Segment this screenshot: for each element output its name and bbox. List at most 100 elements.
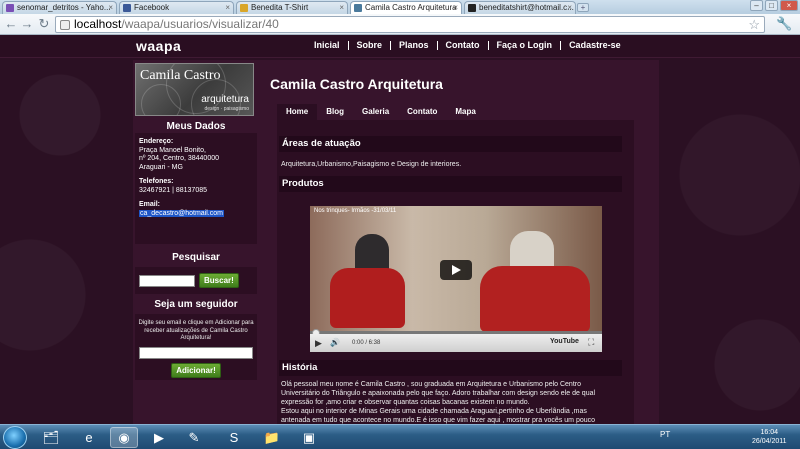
historia-line: Estou aqui no interior de Minas Gerais u… (281, 408, 587, 415)
search-panel: Buscar! (135, 267, 257, 294)
forward-arrow-icon[interactable]: → (19, 17, 35, 32)
email-label: Email: (139, 201, 161, 208)
browser-tab-label: beneditatshirt@hotmail.c... (479, 3, 574, 12)
close-tab-icon[interactable]: × (453, 3, 458, 12)
youtube-logo[interactable]: YouTube (550, 338, 579, 345)
buscar-button[interactable]: Buscar! (199, 273, 239, 288)
start-button[interactable] (3, 426, 27, 449)
adicionar-button[interactable]: Adicionar! (171, 362, 221, 378)
browser-tab-label: senomar_detritos - Yaho... (17, 3, 111, 12)
profile-banner: Camila Castro arquitetura design · paisa… (135, 63, 254, 116)
skype-icon[interactable]: S (220, 427, 248, 448)
webpage: waapa Inicial Sobre Planos Contato Faça … (0, 35, 800, 424)
play-button-icon[interactable]: ▶ (315, 338, 322, 349)
banner-name: Camila Castro (140, 68, 221, 83)
clock-time: 16:04 (760, 429, 779, 436)
endereco-line: Praça Manoel Bonito, (139, 146, 206, 154)
browser-tab[interactable]: beneditatshirt@hotmail.c... × (464, 1, 576, 14)
facebook-favicon-icon (123, 4, 131, 12)
language-indicator[interactable]: PT (660, 430, 670, 439)
tab-blog[interactable]: Blog (317, 104, 353, 120)
areas-heading: Áreas de atuação (279, 136, 622, 152)
folder-icon[interactable]: 📁 (258, 427, 286, 448)
historia-heading: História (279, 360, 622, 376)
sidebar: Camila Castro arquitetura design · paisa… (135, 63, 257, 380)
seguidor-title: Seja um seguidor (154, 299, 238, 310)
tab-galeria[interactable]: Galeria (353, 104, 398, 120)
chrome-icon[interactable]: ◉ (110, 427, 138, 448)
browser-tab-label: Benedita T-Shirt (251, 3, 309, 12)
tab-home[interactable]: Home (277, 104, 318, 120)
video-chair (330, 268, 405, 328)
nav-cadastre-se[interactable]: Cadastre-se (560, 41, 629, 50)
top-navigation: Inicial Sobre Planos Contato Faça o Logi… (306, 41, 629, 50)
browser-tab[interactable]: Facebook × (119, 1, 234, 14)
nav-sobre[interactable]: Sobre (347, 41, 391, 50)
banner-subtitle: arquitetura (201, 94, 249, 105)
profile-tabs: Home Blog Galeria Contato Mapa (277, 104, 485, 120)
fullscreen-icon[interactable]: ⛶ (588, 337, 594, 348)
wrench-menu-icon[interactable]: 🔧 (776, 16, 792, 32)
clock[interactable]: 16:04 26/04/2011 (752, 428, 787, 446)
video-title[interactable]: Nos trinques- Irmãos -31/03/11 (314, 208, 396, 214)
page-favicon-icon (354, 4, 362, 12)
taskbar: 🗂 e ◉ ▶ ✎ S 📁 ▣ PT 16:04 26/04/2011 (0, 424, 800, 449)
nav-login[interactable]: Faça o Login (487, 41, 561, 50)
paint-icon[interactable]: ✎ (180, 427, 208, 448)
close-tab-icon[interactable]: × (108, 3, 113, 12)
close-tab-icon[interactable]: × (567, 3, 572, 12)
search-input[interactable] (139, 274, 195, 287)
site-logo[interactable]: waapa (136, 38, 181, 54)
telefones-value: 32467921 | 88137085 (139, 186, 207, 194)
yahoo-favicon-icon (6, 4, 14, 12)
page-title: Camila Castro Arquitetura (270, 76, 443, 92)
nav-planos[interactable]: Planos (390, 41, 437, 50)
maximize-icon[interactable]: □ (765, 0, 778, 11)
reload-icon[interactable]: ↻ (36, 17, 52, 32)
close-tab-icon[interactable]: × (225, 3, 230, 12)
historia-text: Olá pessoal meu nome é Camila Castro , s… (281, 380, 595, 424)
historia-line: expressão for ,amo criar e observar quan… (281, 399, 530, 406)
site-header: waapa Inicial Sobre Planos Contato Faça … (0, 35, 800, 58)
bookmark-star-icon[interactable]: ☆ (748, 17, 760, 32)
close-window-icon[interactable]: × (780, 0, 798, 11)
tab-contato[interactable]: Contato (398, 104, 446, 120)
minimize-icon[interactable]: – (750, 0, 763, 11)
browser-tab-strip: senomar_detritos - Yaho... × Facebook × … (0, 0, 800, 14)
explorer-icon[interactable]: 🗂 (37, 427, 65, 448)
browser-tab-active[interactable]: Camila Castro Arquitetura × (350, 1, 462, 14)
content-container: Camila Castro arquitetura design · paisa… (133, 60, 659, 424)
tab-content: Áreas de atuação Arquitetura,Urbanismo,P… (277, 120, 634, 424)
endereco-line: nº 204, Centro, 38440000 (139, 155, 220, 162)
endereco-line: Araguari - MG (139, 163, 183, 171)
browser-tab-label: Camila Castro Arquitetura (365, 3, 457, 12)
meus-dados-title: Meus Dados (166, 121, 226, 132)
back-arrow-icon[interactable]: ← (3, 17, 19, 32)
banner-circle-decoration (141, 84, 181, 115)
endereco-label: Endereço: (139, 138, 174, 145)
follow-email-input[interactable] (139, 346, 253, 359)
browser-tab[interactable]: Benedita T-Shirt × (236, 1, 348, 14)
media-player-icon[interactable]: ▶ (145, 427, 173, 448)
video-time: 0:00 / 6:38 (352, 340, 381, 346)
follow-panel: Digite seu email e clique em Adicionar p… (135, 314, 257, 380)
tab-mapa[interactable]: Mapa (446, 104, 484, 120)
close-tab-icon[interactable]: × (339, 3, 344, 12)
email-value[interactable]: ca_decastro@hotmail.com (139, 209, 224, 217)
url-field[interactable]: localhost/waapa/usuarios/visualizar/40 ☆ (55, 16, 765, 33)
video-chair (480, 266, 590, 332)
video-controls: ▶ 🔊 0:00 / 6:38 YouTube ⛶ (310, 334, 602, 352)
video-player[interactable]: Nos trinques- Irmãos -31/03/11 ▶ 🔊 0:00 … (310, 206, 602, 352)
historia-line: Universitário do Triângulo e apaixonada … (281, 390, 596, 397)
nav-inicial[interactable]: Inicial (306, 41, 348, 50)
new-tab-button[interactable]: + (577, 3, 589, 12)
internet-explorer-icon[interactable]: e (75, 427, 103, 448)
meus-dados-panel: Endereço: Praça Manoel Bonito, nº 204, C… (135, 133, 257, 244)
app-icon[interactable]: ▣ (295, 427, 323, 448)
clock-date: 26/04/2011 (752, 438, 787, 445)
volume-icon[interactable]: 🔊 (330, 338, 340, 347)
play-icon[interactable] (440, 260, 472, 280)
banner-subtitle-small: design · paisagismo (204, 106, 249, 112)
nav-contato[interactable]: Contato (436, 41, 488, 50)
browser-tab[interactable]: senomar_detritos - Yaho... × (2, 1, 117, 14)
